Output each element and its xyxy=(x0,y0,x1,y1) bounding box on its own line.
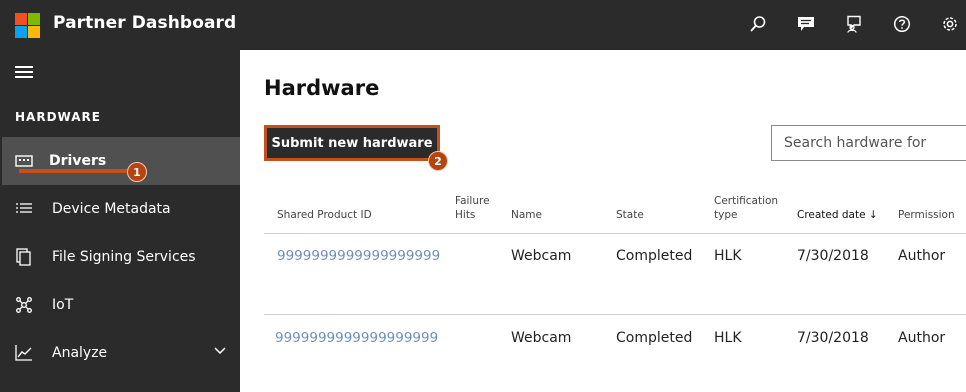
sidebar-item-label: File Signing Services xyxy=(52,249,196,265)
file-icon xyxy=(16,248,31,266)
submit-new-hardware-button[interactable]: Submit new hardware xyxy=(264,125,440,161)
page-title: Hardware xyxy=(264,76,380,100)
column-header-state[interactable]: State xyxy=(616,208,644,222)
table-cell-state: Completed xyxy=(616,330,693,346)
column-header-shared-product-id[interactable]: Shared Product ID xyxy=(277,208,372,222)
sidebar-item-device-metadata[interactable]: Device Metadata xyxy=(2,185,240,233)
chart-icon xyxy=(15,345,32,361)
main-content: Hardware Submit new hardware Search hard… xyxy=(240,50,966,392)
sidebar-section-title: HARDWARE xyxy=(15,110,101,124)
sidebar-item-label: IoT xyxy=(52,297,74,313)
table-cell-cert: HLK xyxy=(714,330,742,346)
callout-badge-2: 2 xyxy=(428,151,448,171)
top-bar: Partner Dashboard xyxy=(2,0,966,50)
column-header-permission[interactable]: Permission xyxy=(898,208,955,222)
callout-badge-1: 1 xyxy=(127,162,147,182)
column-header-name[interactable]: Name xyxy=(511,208,542,222)
app-title: Partner Dashboard xyxy=(53,13,237,33)
table-cell-cert: HLK xyxy=(714,248,742,264)
table-cell-product-id-link[interactable]: 9999999999999999999 xyxy=(277,248,440,264)
list-icon xyxy=(16,203,32,213)
app-window: Partner Dashboard HARDWARE Drivers Devic… xyxy=(0,0,966,392)
column-header-created-date[interactable]: Created date ↓ xyxy=(797,208,878,222)
table-cell-name: Webcam xyxy=(511,248,572,264)
table-cell-product-id-link[interactable]: 9999999999999999999 xyxy=(275,330,438,346)
table-cell-permission: Author xyxy=(898,330,946,346)
column-header-certification-type[interactable]: Certification type xyxy=(714,194,778,222)
table-cell-name: Webcam xyxy=(511,330,572,346)
hamburger-menu-icon[interactable] xyxy=(15,66,33,80)
search-input[interactable]: Search hardware for xyxy=(771,125,966,161)
callout-underline xyxy=(19,169,136,173)
table-cell-date: 7/30/2018 xyxy=(797,330,869,346)
iot-icon xyxy=(16,297,32,313)
sidebar-item-label: Analyze xyxy=(52,345,108,361)
feedback-icon[interactable] xyxy=(794,12,818,36)
help-icon[interactable] xyxy=(890,12,914,36)
sidebar-item-drivers[interactable]: Drivers xyxy=(2,137,240,185)
table-cell-date: 7/30/2018 xyxy=(797,248,869,264)
table-cell-permission: Author xyxy=(898,248,946,264)
sidebar: HARDWARE Drivers Device Metadata File Si… xyxy=(2,50,240,392)
table-row-divider xyxy=(264,314,966,315)
sidebar-item-analyze[interactable]: Analyze xyxy=(2,329,240,377)
chevron-down-icon[interactable] xyxy=(214,347,226,355)
sidebar-item-iot[interactable]: IoT xyxy=(2,281,240,329)
sidebar-item-file-signing-services[interactable]: File Signing Services xyxy=(2,233,240,281)
gear-icon[interactable] xyxy=(938,12,962,36)
people-icon[interactable] xyxy=(842,12,866,36)
microsoft-logo-icon xyxy=(15,13,40,38)
table-cell-state: Completed xyxy=(616,248,693,264)
driver-icon xyxy=(15,155,33,167)
sidebar-item-label: Drivers xyxy=(49,153,107,169)
search-icon[interactable] xyxy=(746,12,770,36)
sidebar-item-label: Device Metadata xyxy=(52,201,171,217)
sort-down-arrow-icon: ↓ xyxy=(868,209,878,221)
column-header-failure-hits[interactable]: Failure Hits xyxy=(455,194,490,222)
table-header-divider xyxy=(264,233,966,234)
